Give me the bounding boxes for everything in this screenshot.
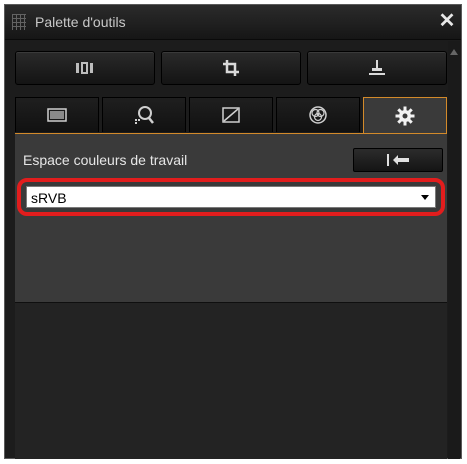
tool-palette-window: Palette d'outils ✕ Espace couleurs de tr…: [4, 4, 462, 459]
tool-button-row: [15, 51, 447, 87]
rectangle-image-icon: [47, 108, 67, 122]
close-icon[interactable]: ✕: [437, 11, 457, 31]
crop-button[interactable]: [161, 51, 301, 85]
revert-arrow-icon: [387, 154, 409, 166]
stamp-icon: [369, 60, 385, 75]
gear-icon: [395, 106, 415, 125]
window-title: Palette d'outils: [35, 14, 126, 30]
tab-color[interactable]: [276, 97, 360, 132]
tab-curve[interactable]: [189, 97, 273, 132]
empty-palette-area: [15, 303, 447, 459]
chevron-down-icon[interactable]: [421, 195, 429, 200]
magnifier-icon: [135, 106, 154, 124]
title-bar[interactable]: Palette d'outils ✕: [5, 5, 461, 40]
working-color-space-label: Espace couleurs de travail: [23, 152, 188, 168]
highlight-outline: sRVB: [17, 178, 445, 216]
grip-icon[interactable]: [12, 14, 26, 30]
tab-image-adjust[interactable]: [15, 97, 99, 132]
color-space-select[interactable]: sRVB: [26, 186, 436, 208]
scrollbar[interactable]: [448, 41, 460, 459]
tab-row: [15, 97, 447, 134]
filmstrip-button[interactable]: [15, 51, 155, 85]
crop-icon: [223, 60, 239, 76]
settings-panel: Espace couleurs de travail sRVB: [15, 133, 447, 303]
filmstrip-icon: [76, 62, 93, 74]
color-circles-icon: [309, 106, 327, 124]
stamp-button[interactable]: [307, 51, 447, 85]
color-space-value: sRVB: [31, 190, 67, 206]
scroll-up-icon[interactable]: [450, 49, 458, 55]
tab-settings[interactable]: [363, 97, 447, 134]
tab-detail[interactable]: [102, 97, 186, 132]
curve-icon: [222, 107, 240, 123]
revert-button[interactable]: [353, 148, 443, 172]
